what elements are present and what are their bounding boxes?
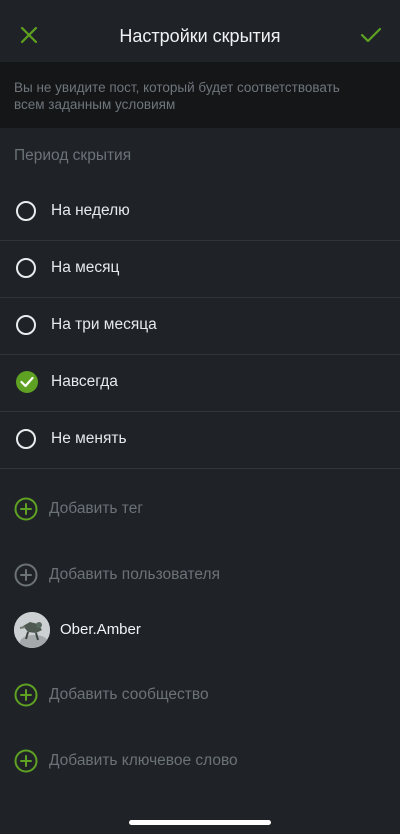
home-indicator [129, 820, 271, 825]
add-circle-icon [14, 563, 38, 587]
divider [0, 468, 400, 469]
add-user-label: Добавить пользователя [49, 566, 220, 583]
period-option-label: На три месяца [51, 316, 157, 333]
period-option-label: На неделю [51, 202, 130, 219]
period-section-title: Период скрытия [14, 147, 132, 164]
add-community-label: Добавить сообщество [49, 686, 209, 703]
add-user-button[interactable]: Добавить пользователя [0, 555, 400, 595]
page-title: Настройки скрытия [119, 26, 281, 46]
add-keyword-button[interactable]: Добавить ключевое слово [0, 741, 400, 781]
avatar-image [14, 612, 50, 648]
user-name: Ober.Amber [60, 621, 141, 638]
period-option-label: На месяц [51, 259, 120, 276]
period-option-week[interactable]: На неделю [0, 184, 400, 241]
period-option-forever[interactable]: Навсегда [0, 355, 400, 412]
hide-notice-banner: Вы не увидите пост, который будет соотве… [0, 62, 400, 128]
period-option-label: Навсегда [51, 373, 118, 390]
add-keyword-label: Добавить ключевое слово [49, 752, 238, 769]
hidden-user-item[interactable]: Ober.Amber [0, 610, 400, 650]
notice-text: Вы не увидите пост, который будет соотве… [14, 80, 340, 112]
period-option-month[interactable]: На месяц [0, 241, 400, 298]
top-bar: Настройки скрытия [0, 0, 400, 62]
period-option-no-change[interactable]: Не менять [0, 412, 400, 469]
checkmark-icon [360, 27, 382, 43]
add-circle-icon [14, 497, 38, 521]
avatar [14, 612, 50, 648]
done-button[interactable] [356, 20, 386, 50]
radio-unchecked-icon[interactable] [16, 258, 36, 278]
check-icon [20, 376, 34, 388]
add-tag-label: Добавить тег [49, 500, 144, 517]
radio-checked-icon[interactable] [16, 371, 38, 393]
radio-unchecked-icon[interactable] [16, 429, 36, 449]
add-circle-icon [14, 749, 38, 773]
radio-unchecked-icon[interactable] [16, 315, 36, 335]
period-option-three-months[interactable]: На три месяца [0, 298, 400, 355]
add-circle-icon [14, 683, 38, 707]
add-community-button[interactable]: Добавить сообщество [0, 675, 400, 715]
period-option-label: Не менять [51, 430, 127, 447]
radio-unchecked-icon[interactable] [16, 201, 36, 221]
add-tag-button[interactable]: Добавить тег [0, 489, 400, 529]
